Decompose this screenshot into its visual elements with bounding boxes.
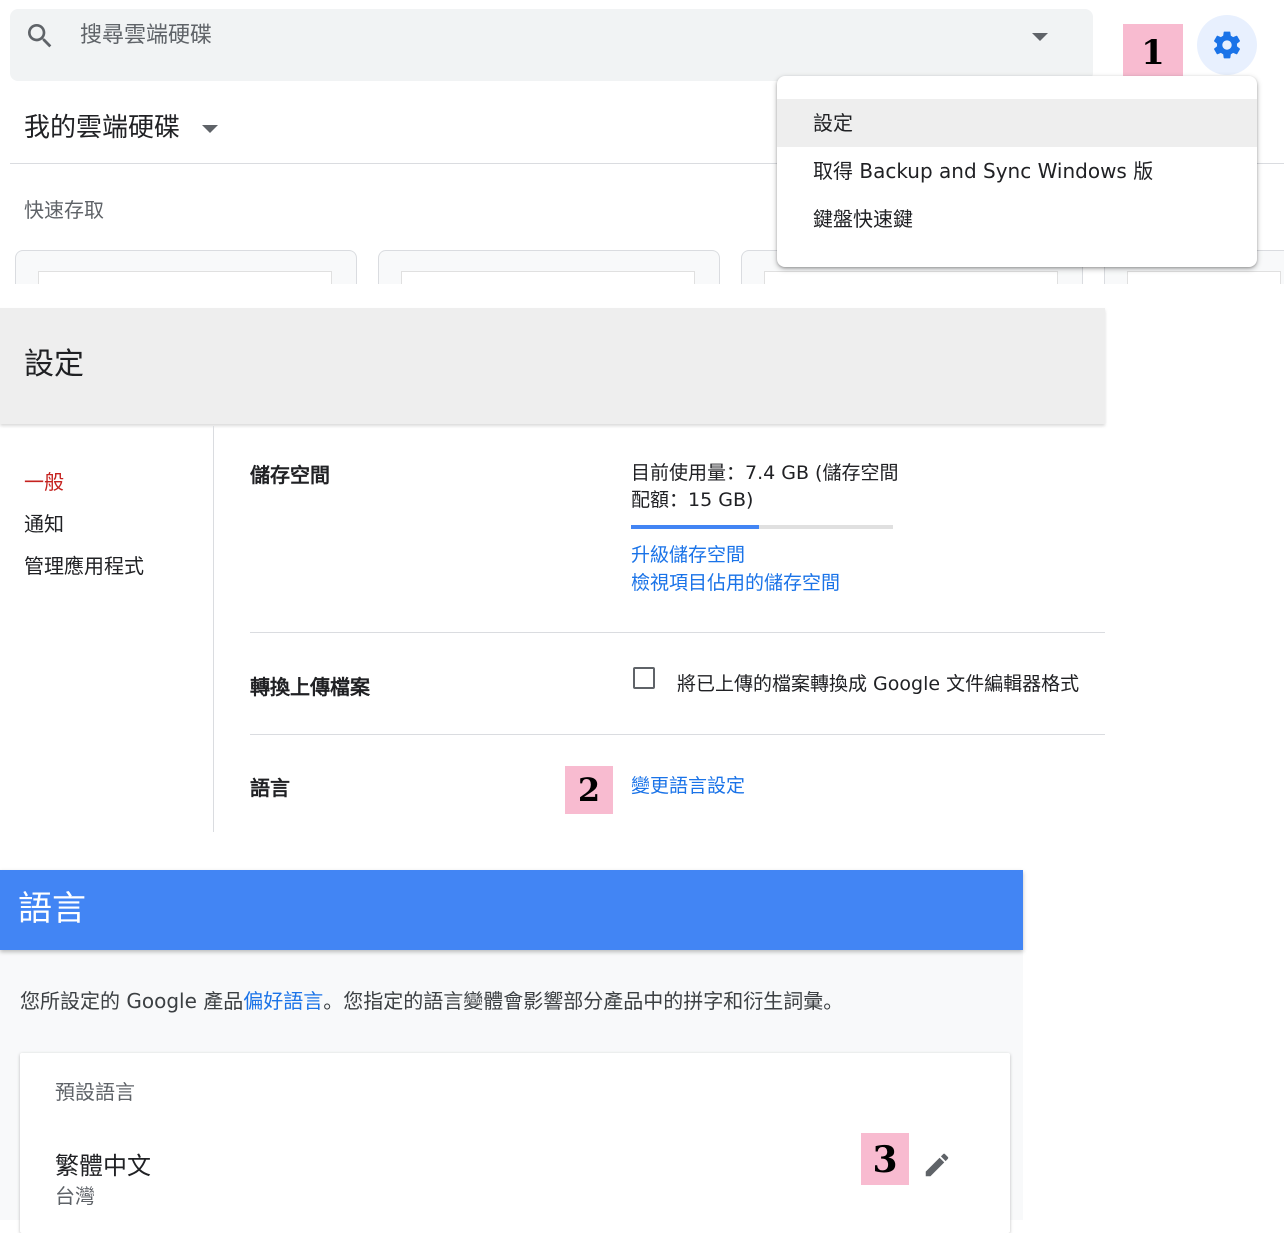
quick-access-card[interactable] (378, 250, 720, 284)
menu-item-label: 鍵盤快速鍵 (813, 207, 913, 231)
language-region: 台灣 (55, 1184, 95, 1208)
menu-item-settings[interactable]: 設定 (777, 99, 1257, 147)
nav-item-notifications[interactable]: 通知 (24, 510, 64, 538)
view-storage-items-link[interactable]: 檢視項目佔用的儲存空間 (631, 569, 840, 597)
preferred-language-link[interactable]: 偏好語言 (243, 989, 323, 1013)
storage-label: 儲存空間 (250, 463, 330, 487)
default-language-label: 預設語言 (55, 1080, 135, 1104)
language-header (0, 870, 1023, 950)
upgrade-storage-link[interactable]: 升級儲存空間 (631, 541, 745, 569)
menu-item-label: 設定 (813, 111, 853, 135)
quick-access-label: 快速存取 (24, 198, 104, 222)
my-drive-dropdown-icon[interactable] (202, 125, 218, 133)
convert-uploads-checkbox[interactable] (633, 667, 655, 689)
settings-menu: 設定 取得 Backup and Sync Windows 版 鍵盤快速鍵 (777, 76, 1257, 267)
storage-usage-text: 目前使用量：7.4 GB (儲存空間配額：15 GB) (631, 462, 899, 511)
language-name: 繁體中文 (55, 1152, 151, 1180)
description-text: 您所設定的 Google 產品 (20, 989, 244, 1013)
section-divider (250, 632, 1105, 633)
search-options-dropdown-icon[interactable] (1032, 33, 1048, 41)
convert-uploads-label: 轉換上傳檔案 (250, 675, 370, 699)
menu-item-backup-sync[interactable]: 取得 Backup and Sync Windows 版 (777, 147, 1257, 195)
storage-progress-bar (631, 525, 893, 529)
menu-item-keyboard-shortcuts[interactable]: 鍵盤快速鍵 (777, 195, 1257, 243)
language-description: 您所設定的 Google 產品偏好語言。您指定的語言變體會影響部分產品中的拼字和… (20, 987, 843, 1015)
language-page-title: 語言 (18, 889, 86, 929)
section-divider (250, 734, 1105, 735)
quick-access-card[interactable] (15, 250, 357, 284)
change-language-link[interactable]: 變更語言設定 (631, 772, 745, 800)
menu-item-label: 取得 Backup and Sync Windows 版 (813, 159, 1154, 183)
search-input[interactable]: 搜尋雲端硬碟 (80, 20, 212, 52)
description-text: 。您指定的語言變體會影響部分產品中的拼字和衍生詞彙。 (323, 989, 844, 1013)
step-badge-2: 2 (565, 766, 613, 814)
settings-gear-button[interactable] (1197, 15, 1257, 75)
nav-item-manage-apps[interactable]: 管理應用程式 (24, 552, 144, 580)
storage-progress-fill (631, 525, 760, 529)
convert-uploads-option-text[interactable]: 將已上傳的檔案轉換成 Google 文件編輯器格式 (677, 670, 1079, 698)
nav-item-general[interactable]: 一般 (24, 468, 64, 496)
step-badge-3: 3 (861, 1133, 909, 1185)
search-icon[interactable] (24, 20, 56, 52)
edit-pencil-icon[interactable] (922, 1150, 952, 1180)
nav-divider (213, 426, 214, 832)
settings-header (0, 308, 1105, 424)
language-label: 語言 (250, 776, 290, 800)
step-badge-1: 1 (1123, 24, 1183, 84)
my-drive-title[interactable]: 我的雲端硬碟 (24, 108, 180, 148)
settings-title: 設定 (24, 347, 84, 382)
gear-icon (1214, 31, 1240, 59)
